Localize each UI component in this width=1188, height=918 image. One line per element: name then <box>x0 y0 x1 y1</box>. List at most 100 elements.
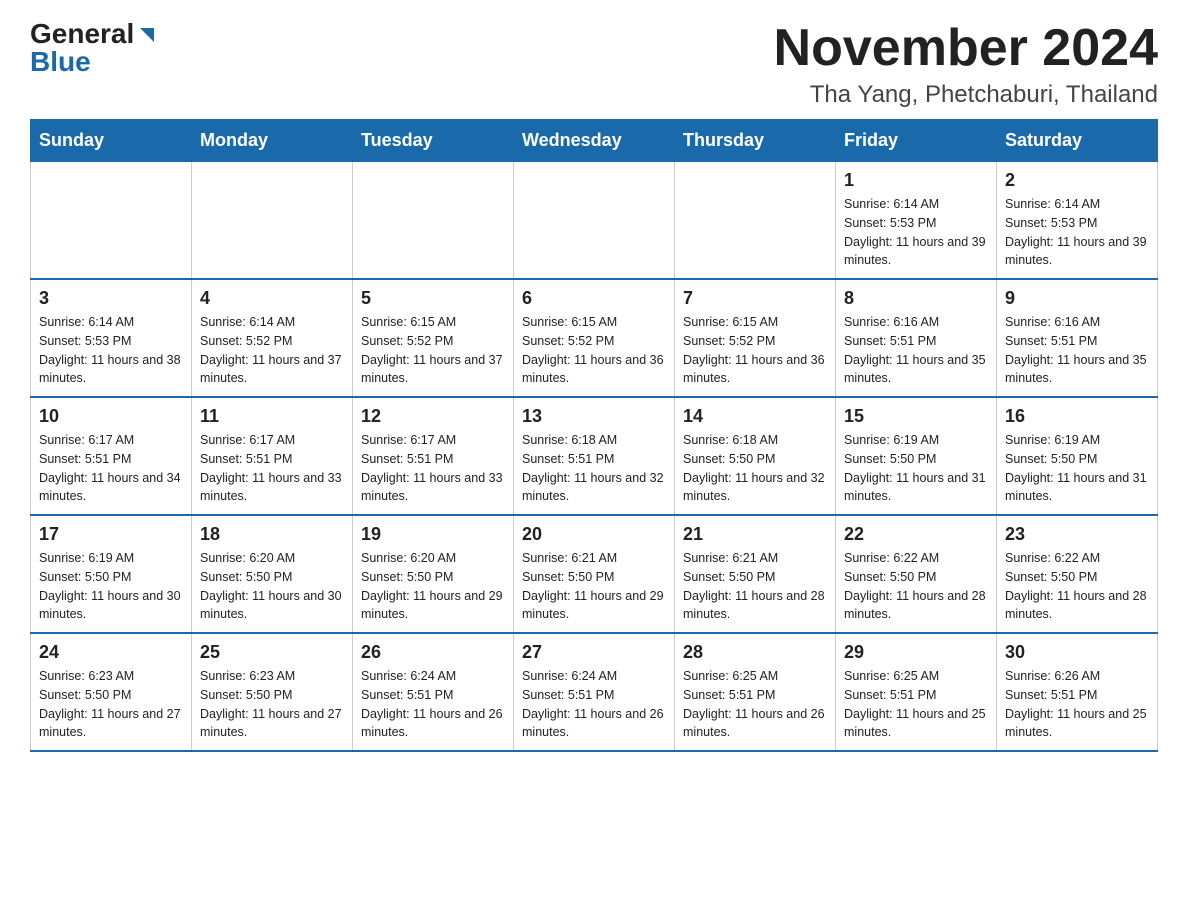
calendar-cell: 26 Sunrise: 6:24 AMSunset: 5:51 PMDaylig… <box>353 633 514 751</box>
day-info: Sunrise: 6:19 AMSunset: 5:50 PMDaylight:… <box>1005 431 1149 506</box>
calendar-week-4: 24 Sunrise: 6:23 AMSunset: 5:50 PMDaylig… <box>31 633 1158 751</box>
day-number: 6 <box>522 288 666 309</box>
weekday-header-monday: Monday <box>192 120 353 162</box>
calendar-cell: 15 Sunrise: 6:19 AMSunset: 5:50 PMDaylig… <box>836 397 997 515</box>
day-info: Sunrise: 6:14 AMSunset: 5:53 PMDaylight:… <box>39 313 183 388</box>
day-info: Sunrise: 6:26 AMSunset: 5:51 PMDaylight:… <box>1005 667 1149 742</box>
day-info: Sunrise: 6:18 AMSunset: 5:51 PMDaylight:… <box>522 431 666 506</box>
day-info: Sunrise: 6:18 AMSunset: 5:50 PMDaylight:… <box>683 431 827 506</box>
day-info: Sunrise: 6:21 AMSunset: 5:50 PMDaylight:… <box>522 549 666 624</box>
day-number: 2 <box>1005 170 1149 191</box>
day-number: 5 <box>361 288 505 309</box>
day-info: Sunrise: 6:17 AMSunset: 5:51 PMDaylight:… <box>200 431 344 506</box>
calendar-cell: 21 Sunrise: 6:21 AMSunset: 5:50 PMDaylig… <box>675 515 836 633</box>
day-info: Sunrise: 6:16 AMSunset: 5:51 PMDaylight:… <box>844 313 988 388</box>
calendar-cell <box>192 162 353 280</box>
calendar-cell: 18 Sunrise: 6:20 AMSunset: 5:50 PMDaylig… <box>192 515 353 633</box>
weekday-header-thursday: Thursday <box>675 120 836 162</box>
day-number: 12 <box>361 406 505 427</box>
day-number: 23 <box>1005 524 1149 545</box>
day-info: Sunrise: 6:22 AMSunset: 5:50 PMDaylight:… <box>844 549 988 624</box>
day-number: 15 <box>844 406 988 427</box>
day-info: Sunrise: 6:23 AMSunset: 5:50 PMDaylight:… <box>200 667 344 742</box>
calendar-cell: 1 Sunrise: 6:14 AMSunset: 5:53 PMDayligh… <box>836 162 997 280</box>
day-info: Sunrise: 6:15 AMSunset: 5:52 PMDaylight:… <box>522 313 666 388</box>
calendar-body: 1 Sunrise: 6:14 AMSunset: 5:53 PMDayligh… <box>31 162 1158 752</box>
location-title: Tha Yang, Phetchaburi, Thailand <box>774 81 1158 109</box>
calendar-cell: 4 Sunrise: 6:14 AMSunset: 5:52 PMDayligh… <box>192 279 353 397</box>
day-info: Sunrise: 6:16 AMSunset: 5:51 PMDaylight:… <box>1005 313 1149 388</box>
calendar-cell: 7 Sunrise: 6:15 AMSunset: 5:52 PMDayligh… <box>675 279 836 397</box>
day-number: 3 <box>39 288 183 309</box>
day-number: 10 <box>39 406 183 427</box>
calendar-cell: 24 Sunrise: 6:23 AMSunset: 5:50 PMDaylig… <box>31 633 192 751</box>
calendar-cell: 17 Sunrise: 6:19 AMSunset: 5:50 PMDaylig… <box>31 515 192 633</box>
calendar-cell: 27 Sunrise: 6:24 AMSunset: 5:51 PMDaylig… <box>514 633 675 751</box>
day-info: Sunrise: 6:19 AMSunset: 5:50 PMDaylight:… <box>844 431 988 506</box>
calendar-cell <box>675 162 836 280</box>
day-number: 18 <box>200 524 344 545</box>
calendar-cell: 5 Sunrise: 6:15 AMSunset: 5:52 PMDayligh… <box>353 279 514 397</box>
day-number: 7 <box>683 288 827 309</box>
calendar-cell: 19 Sunrise: 6:20 AMSunset: 5:50 PMDaylig… <box>353 515 514 633</box>
calendar-cell: 14 Sunrise: 6:18 AMSunset: 5:50 PMDaylig… <box>675 397 836 515</box>
calendar-header: SundayMondayTuesdayWednesdayThursdayFrid… <box>31 120 1158 162</box>
calendar-cell: 28 Sunrise: 6:25 AMSunset: 5:51 PMDaylig… <box>675 633 836 751</box>
calendar-cell: 29 Sunrise: 6:25 AMSunset: 5:51 PMDaylig… <box>836 633 997 751</box>
day-info: Sunrise: 6:17 AMSunset: 5:51 PMDaylight:… <box>361 431 505 506</box>
calendar-week-3: 17 Sunrise: 6:19 AMSunset: 5:50 PMDaylig… <box>31 515 1158 633</box>
day-number: 21 <box>683 524 827 545</box>
calendar-week-2: 10 Sunrise: 6:17 AMSunset: 5:51 PMDaylig… <box>31 397 1158 515</box>
weekday-header-saturday: Saturday <box>997 120 1158 162</box>
calendar-cell: 30 Sunrise: 6:26 AMSunset: 5:51 PMDaylig… <box>997 633 1158 751</box>
day-info: Sunrise: 6:17 AMSunset: 5:51 PMDaylight:… <box>39 431 183 506</box>
day-number: 17 <box>39 524 183 545</box>
day-number: 1 <box>844 170 988 191</box>
calendar-cell <box>31 162 192 280</box>
day-info: Sunrise: 6:15 AMSunset: 5:52 PMDaylight:… <box>683 313 827 388</box>
day-number: 20 <box>522 524 666 545</box>
day-number: 13 <box>522 406 666 427</box>
day-info: Sunrise: 6:15 AMSunset: 5:52 PMDaylight:… <box>361 313 505 388</box>
weekday-header-sunday: Sunday <box>31 120 192 162</box>
day-number: 28 <box>683 642 827 663</box>
month-title: November 2024 <box>774 20 1158 77</box>
day-number: 8 <box>844 288 988 309</box>
day-number: 4 <box>200 288 344 309</box>
day-number: 30 <box>1005 642 1149 663</box>
day-number: 9 <box>1005 288 1149 309</box>
day-info: Sunrise: 6:24 AMSunset: 5:51 PMDaylight:… <box>522 667 666 742</box>
day-info: Sunrise: 6:25 AMSunset: 5:51 PMDaylight:… <box>844 667 988 742</box>
calendar-cell: 16 Sunrise: 6:19 AMSunset: 5:50 PMDaylig… <box>997 397 1158 515</box>
day-number: 25 <box>200 642 344 663</box>
calendar-cell: 6 Sunrise: 6:15 AMSunset: 5:52 PMDayligh… <box>514 279 675 397</box>
day-number: 24 <box>39 642 183 663</box>
logo-blue-text: Blue <box>30 46 91 77</box>
calendar-cell: 12 Sunrise: 6:17 AMSunset: 5:51 PMDaylig… <box>353 397 514 515</box>
logo-triangle-icon <box>136 24 158 46</box>
day-number: 22 <box>844 524 988 545</box>
day-info: Sunrise: 6:20 AMSunset: 5:50 PMDaylight:… <box>361 549 505 624</box>
calendar-cell: 23 Sunrise: 6:22 AMSunset: 5:50 PMDaylig… <box>997 515 1158 633</box>
calendar-cell: 11 Sunrise: 6:17 AMSunset: 5:51 PMDaylig… <box>192 397 353 515</box>
calendar-cell <box>353 162 514 280</box>
title-block: November 2024 Tha Yang, Phetchaburi, Tha… <box>774 20 1158 109</box>
calendar-cell: 22 Sunrise: 6:22 AMSunset: 5:50 PMDaylig… <box>836 515 997 633</box>
calendar-cell: 8 Sunrise: 6:16 AMSunset: 5:51 PMDayligh… <box>836 279 997 397</box>
logo-general-text: General <box>30 20 134 48</box>
weekday-header-wednesday: Wednesday <box>514 120 675 162</box>
calendar-cell: 13 Sunrise: 6:18 AMSunset: 5:51 PMDaylig… <box>514 397 675 515</box>
calendar-cell: 25 Sunrise: 6:23 AMSunset: 5:50 PMDaylig… <box>192 633 353 751</box>
weekday-header-row: SundayMondayTuesdayWednesdayThursdayFrid… <box>31 120 1158 162</box>
day-info: Sunrise: 6:20 AMSunset: 5:50 PMDaylight:… <box>200 549 344 624</box>
day-info: Sunrise: 6:14 AMSunset: 5:53 PMDaylight:… <box>1005 195 1149 270</box>
calendar-cell: 20 Sunrise: 6:21 AMSunset: 5:50 PMDaylig… <box>514 515 675 633</box>
day-number: 11 <box>200 406 344 427</box>
day-info: Sunrise: 6:14 AMSunset: 5:53 PMDaylight:… <box>844 195 988 270</box>
page-header: General Blue November 2024 Tha Yang, Phe… <box>30 20 1158 109</box>
calendar-cell: 3 Sunrise: 6:14 AMSunset: 5:53 PMDayligh… <box>31 279 192 397</box>
calendar-cell: 9 Sunrise: 6:16 AMSunset: 5:51 PMDayligh… <box>997 279 1158 397</box>
calendar-week-1: 3 Sunrise: 6:14 AMSunset: 5:53 PMDayligh… <box>31 279 1158 397</box>
calendar-week-0: 1 Sunrise: 6:14 AMSunset: 5:53 PMDayligh… <box>31 162 1158 280</box>
day-number: 27 <box>522 642 666 663</box>
